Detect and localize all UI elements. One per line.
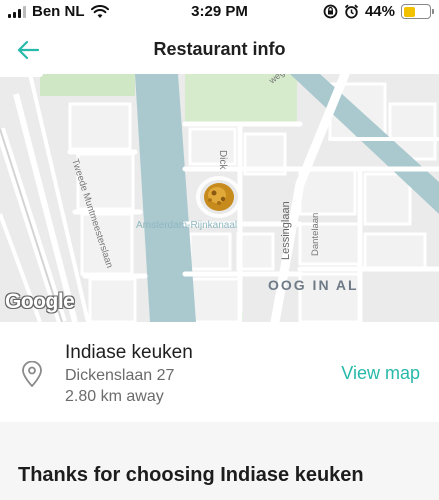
alarm-icon [344, 4, 359, 19]
restaurant-address: Dickenslaan 27 [65, 367, 175, 384]
park-area [40, 74, 135, 96]
google-logo: Google [5, 290, 75, 313]
thanks-heading: Thanks for choosing Indiase keuken [18, 464, 364, 486]
page-title: Restaurant info [153, 39, 286, 59]
map-street-label: Dantelaan [310, 213, 321, 256]
status-right: 44% [323, 3, 434, 20]
battery-percent: 44% [364, 3, 395, 20]
section-separator [0, 422, 439, 500]
view-map-link[interactable]: View map [341, 363, 420, 384]
orientation-lock-icon [323, 4, 338, 19]
restaurant-map[interactable]: Tweede Muntmeesterslaan Lessinglaan Dant… [0, 74, 439, 322]
battery-level [403, 6, 415, 17]
restaurant-marker-icon[interactable] [195, 175, 243, 219]
map-street-label: Lessinglaan [280, 201, 292, 260]
park-area [185, 74, 297, 126]
map-district-label: OOG IN AL [268, 277, 359, 293]
status-bar: Ben NL 3:29 PM 44% [0, 0, 439, 26]
battery-icon [401, 4, 434, 19]
map-water-label: Amsterdam-Rijnkanaal [136, 220, 237, 231]
restaurant-distance: 2.80 km away [65, 388, 164, 405]
app-header: Restaurant info [0, 26, 439, 74]
restaurant-name: Indiase keuken [65, 342, 193, 363]
restaurant-info-row: Indiase keuken Dickenslaan 27 2.80 km aw… [0, 322, 439, 422]
map-street-label: Dick [217, 150, 228, 170]
location-pin-icon [22, 361, 42, 387]
